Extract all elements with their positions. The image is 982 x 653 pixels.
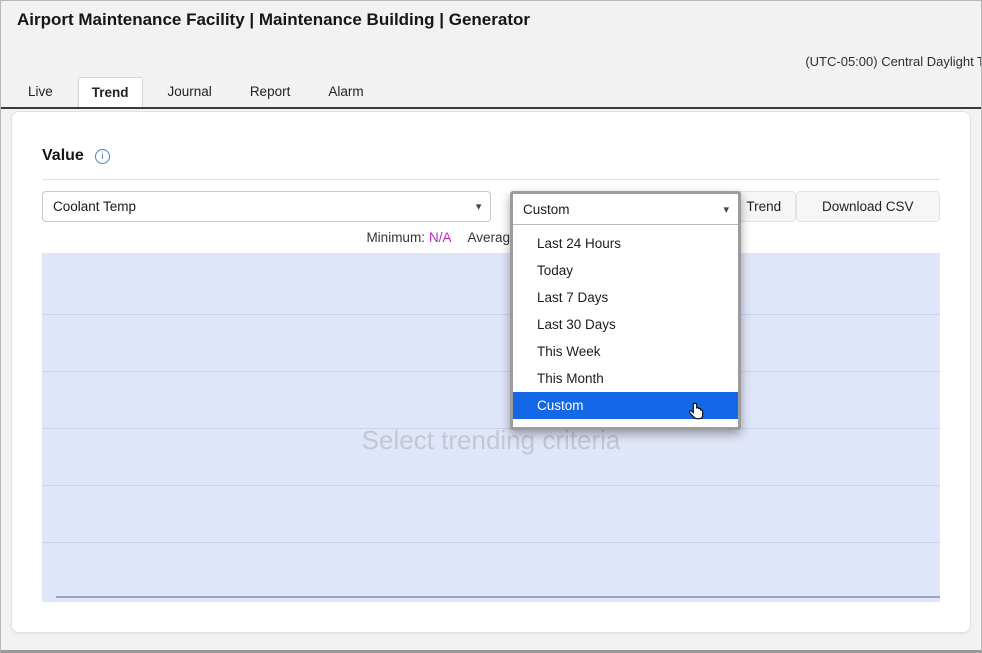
- menu-item-last-7-days[interactable]: Last 7 Days: [513, 284, 738, 311]
- minimum-label: Minimum:: [366, 230, 425, 245]
- chart-gridline: [42, 485, 940, 486]
- menu-item-last-24-hours[interactable]: Last 24 Hours: [513, 230, 738, 257]
- minimum-value: N/A: [429, 230, 452, 245]
- app-window: Airport Maintenance Facility | Maintenan…: [0, 0, 982, 653]
- time-range-dropdown: Custom ▾ Last 24 Hours Today Last 7 Days…: [510, 191, 741, 430]
- average-label-partial: Averag: [467, 230, 510, 245]
- timezone-label: (UTC-05:00) Central Daylight T: [805, 54, 982, 69]
- chart-gridline: [42, 371, 940, 372]
- point-select[interactable]: Coolant Temp ▾: [42, 191, 491, 222]
- tab-trend[interactable]: Trend: [78, 77, 143, 107]
- trend-button[interactable]: Trend: [732, 191, 795, 222]
- tab-live[interactable]: Live: [15, 77, 66, 107]
- chevron-down-icon: ▾: [723, 203, 729, 216]
- info-icon[interactable]: i: [95, 149, 110, 164]
- menu-item-custom[interactable]: Custom: [513, 392, 738, 419]
- stats-row: Minimum: N/A Averag: [42, 230, 940, 248]
- page-title: Airport Maintenance Facility | Maintenan…: [17, 10, 530, 30]
- chart-axis-line: [56, 596, 940, 598]
- chart-placeholder-text: Select trending criteria: [42, 425, 940, 456]
- trend-panel: Value i Coolant Temp ▾ Trend Download CS…: [11, 111, 971, 633]
- point-select-value: Coolant Temp: [53, 199, 136, 214]
- tab-report[interactable]: Report: [237, 77, 304, 107]
- menu-item-this-month[interactable]: This Month: [513, 365, 738, 392]
- time-range-select-value: Custom: [523, 202, 570, 217]
- time-range-select[interactable]: Custom ▾: [513, 194, 738, 225]
- cursor-hand-icon: [688, 402, 704, 422]
- section-header: Value i: [42, 146, 940, 166]
- menu-item-last-30-days[interactable]: Last 30 Days: [513, 311, 738, 338]
- controls-row: Coolant Temp ▾ Trend Download CSV: [42, 191, 940, 222]
- menu-item-this-week[interactable]: This Week: [513, 338, 738, 365]
- tab-bar: Live Trend Journal Report Alarm: [15, 77, 389, 107]
- chart-gridline: [42, 542, 940, 543]
- chevron-down-icon: ▾: [476, 200, 482, 213]
- time-range-menu: Last 24 Hours Today Last 7 Days Last 30 …: [513, 225, 738, 427]
- menu-item-today[interactable]: Today: [513, 257, 738, 284]
- chart-gridline: [42, 314, 940, 315]
- section-title: Value: [42, 147, 84, 165]
- tab-alarm[interactable]: Alarm: [315, 77, 376, 107]
- tab-underline: [1, 107, 981, 109]
- download-csv-button[interactable]: Download CSV: [796, 191, 940, 222]
- section-divider: [42, 179, 940, 180]
- tab-journal[interactable]: Journal: [155, 77, 225, 107]
- chart-area: Select trending criteria: [42, 253, 940, 602]
